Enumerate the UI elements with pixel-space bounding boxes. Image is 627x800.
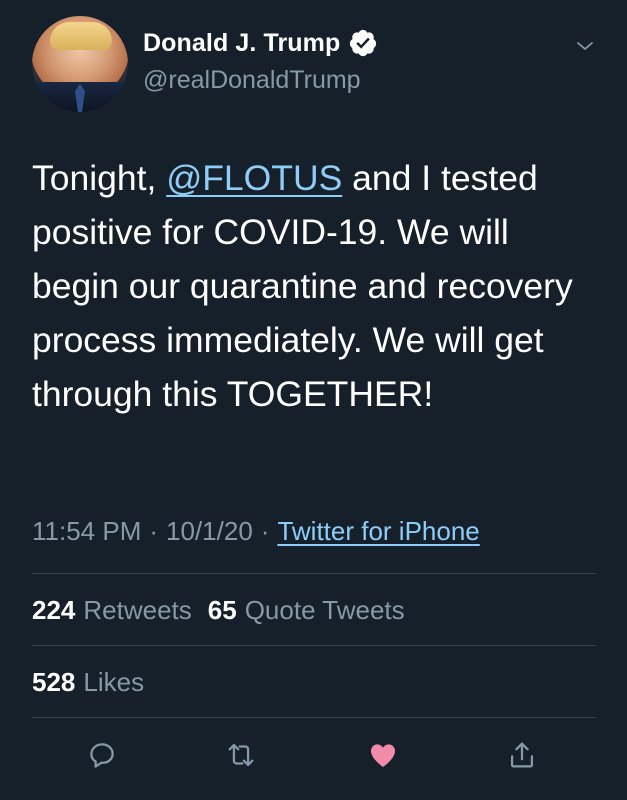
heart-icon: [366, 738, 400, 772]
likes-stat[interactable]: 528 Likes: [32, 667, 144, 698]
quote-tweets-count: 65: [207, 595, 237, 625]
author-name-row[interactable]: Donald J. Trump: [143, 28, 378, 58]
divider: [32, 573, 596, 574]
quote-tweets-stat[interactable]: 65 Quote Tweets: [208, 595, 405, 626]
reply-button[interactable]: [85, 738, 119, 772]
quote-tweets-label: Quote Tweets: [244, 595, 405, 625]
mention-link[interactable]: @FLOTUS: [166, 158, 342, 198]
tweet: Donald J. Trump @realDonaldTrump Tonight…: [0, 0, 627, 800]
avatar-hair: [50, 22, 112, 50]
chevron-down-icon[interactable]: [573, 34, 597, 58]
tweet-text: Tonight, @FLOTUS and I tested positive f…: [32, 151, 592, 421]
likes-label: Likes: [83, 667, 145, 697]
retweets-label: Retweets: [83, 595, 192, 625]
avatar[interactable]: [32, 16, 128, 112]
tweet-time[interactable]: 11:54 PM: [32, 516, 141, 547]
retweet-button[interactable]: [224, 738, 258, 772]
divider: [32, 717, 596, 718]
likes-count: 528: [32, 667, 76, 697]
share-button[interactable]: [505, 738, 539, 772]
display-name[interactable]: Donald J. Trump: [143, 29, 340, 58]
tweet-source-link[interactable]: Twitter for iPhone: [277, 516, 479, 547]
tweet-action-bar: [0, 738, 627, 778]
verified-badge-icon: [348, 28, 378, 58]
retweet-arrows-icon: [224, 738, 258, 772]
tweet-meta: 11:54 PM · 10/1/20 · Twitter for iPhone: [32, 516, 480, 547]
retweets-stat[interactable]: 224 Retweets: [32, 595, 192, 626]
share-upload-icon: [505, 738, 539, 772]
meta-separator: ·: [149, 516, 159, 546]
divider: [32, 645, 596, 646]
speech-bubble-icon: [85, 738, 119, 772]
tweet-text-prefix: Tonight,: [32, 158, 167, 198]
tweet-date[interactable]: 10/1/20: [166, 516, 253, 547]
retweets-count: 224: [32, 595, 76, 625]
like-button[interactable]: [366, 738, 400, 772]
author-handle[interactable]: @realDonaldTrump: [143, 66, 361, 95]
engagement-stats: 224 Retweets 65 Quote Tweets: [32, 595, 405, 626]
meta-separator: ·: [260, 516, 270, 546]
